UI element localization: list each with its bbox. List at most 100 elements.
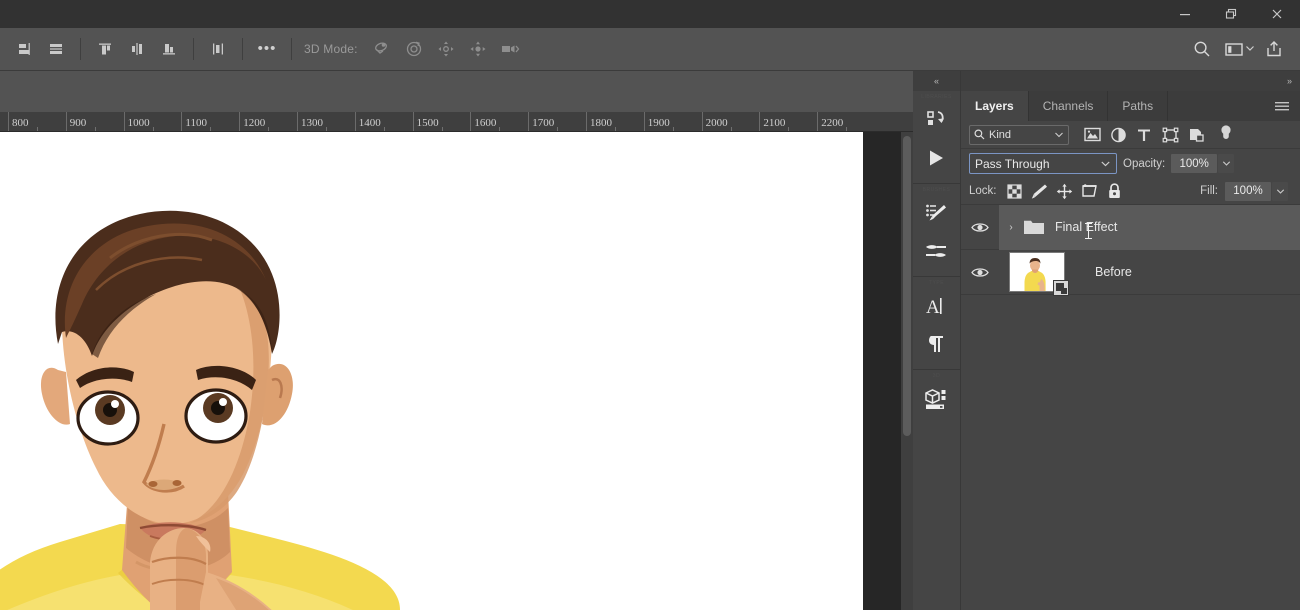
ruler-label: 1500: [417, 117, 439, 129]
filter-adjustment-layers-icon[interactable]: [1105, 124, 1131, 146]
rail-group-label-type: TYPE: [913, 277, 960, 287]
actions-panel-icon[interactable]: [913, 139, 959, 177]
fill-input[interactable]: 100%: [1225, 182, 1271, 201]
drag-3d-object-button[interactable]: [431, 34, 461, 64]
rail-group-3d: 3D: [913, 370, 960, 424]
fill-value: 100%: [1233, 185, 1262, 197]
ruler-tick-minor: [268, 127, 269, 131]
title-bar: [0, 0, 1300, 28]
layer-row-final-effect[interactable]: › Final Effect: [999, 205, 1300, 250]
fill-label: Fill:: [1200, 185, 1218, 197]
canvas-area[interactable]: [0, 132, 913, 610]
fill-stepper[interactable]: [1272, 182, 1288, 201]
restore-button[interactable]: [1208, 0, 1254, 28]
align-top-edges-button[interactable]: [90, 34, 120, 64]
ruler-tick-minor: [384, 127, 385, 131]
minimize-button[interactable]: [1162, 0, 1208, 28]
rail-collapse-button[interactable]: «: [913, 71, 960, 91]
layers-panel: Kind: [961, 121, 1300, 610]
ruler-tick-major: [66, 112, 67, 131]
ruler-tick-minor: [731, 127, 732, 131]
ruler-tick-minor: [95, 127, 96, 131]
rail-group-label-libraries: LIBRARIES: [913, 91, 960, 101]
opacity-input[interactable]: 100%: [1171, 154, 1217, 173]
layer-name-before[interactable]: Before: [1095, 265, 1132, 279]
ruler-tick-major: [644, 112, 645, 131]
share-button[interactable]: [1259, 34, 1289, 64]
ruler-label: 2000: [706, 117, 728, 129]
3d-panel-icon[interactable]: [913, 380, 959, 418]
ruler-tick-major: [413, 112, 414, 131]
ruler-label: 1000: [128, 117, 150, 129]
slide-3d-object-button[interactable]: [463, 34, 493, 64]
align-vertical-centers-button[interactable]: [122, 34, 152, 64]
opacity-stepper[interactable]: [1218, 154, 1234, 173]
filter-smart-object-layers-icon[interactable]: [1183, 124, 1209, 146]
layer-thumbnail-before[interactable]: [1009, 252, 1065, 292]
horizontal-ruler[interactable]: 8009001000110012001300140015001600170018…: [0, 112, 913, 132]
close-button[interactable]: [1254, 0, 1300, 28]
lock-transparent-pixels-icon[interactable]: [1004, 181, 1026, 201]
layer-row-before[interactable]: Before: [999, 250, 1300, 295]
artboard[interactable]: [0, 132, 863, 610]
options-bar: ••• 3D Mode:: [0, 28, 1300, 71]
ruler-tick-major: [124, 112, 125, 131]
opacity-label: Opacity:: [1123, 158, 1165, 170]
eye-icon: [971, 221, 989, 234]
ruler-tick-minor: [846, 127, 847, 131]
3d-mode-label: 3D Mode:: [304, 42, 358, 56]
rail-group-label-brushes: BRUSHES: [913, 184, 960, 194]
table-row[interactable]: › Final Effect: [961, 205, 1300, 250]
panel-menu-button[interactable]: [1264, 91, 1300, 121]
lock-position-icon[interactable]: [1054, 181, 1076, 201]
ruler-tick-minor: [326, 127, 327, 131]
ruler-label: 1700: [532, 117, 554, 129]
ruler-tick-minor: [788, 127, 789, 131]
ruler-tick-minor: [37, 127, 38, 131]
canvas-scrollbar-thumb[interactable]: [903, 136, 911, 436]
lock-artboard-nesting-icon[interactable]: [1079, 181, 1101, 201]
dock-collapse-icon[interactable]: »: [1287, 76, 1292, 86]
ruler-tick-major: [586, 112, 587, 131]
filter-type-layers-icon[interactable]: [1131, 124, 1157, 146]
align-bottom-edges-button[interactable]: [154, 34, 184, 64]
tab-channels[interactable]: Channels: [1029, 91, 1109, 121]
align-horizontal-centers-button[interactable]: [41, 34, 71, 64]
character-panel-icon[interactable]: A: [913, 287, 959, 325]
layer-visibility-toggle-before[interactable]: [961, 250, 999, 295]
scale-3d-object-button[interactable]: [495, 34, 525, 64]
toolbar-separator-3: [242, 38, 243, 60]
canvas-vertical-scrollbar[interactable]: [901, 132, 913, 610]
lock-all-icon[interactable]: [1104, 181, 1126, 201]
ruler-tick-minor: [557, 127, 558, 131]
brush-settings-panel-icon[interactable]: [913, 232, 959, 270]
roll-3d-object-button[interactable]: [399, 34, 429, 64]
blend-mode-select[interactable]: Pass Through: [969, 153, 1117, 174]
table-row[interactable]: Before: [961, 250, 1300, 295]
smart-object-badge-icon: [1053, 280, 1069, 296]
filter-shape-layers-icon[interactable]: [1157, 124, 1183, 146]
layer-filter-kind-select[interactable]: Kind: [969, 125, 1069, 145]
tab-paths[interactable]: Paths: [1108, 91, 1168, 121]
distribute-horizontally-button[interactable]: [203, 34, 233, 64]
paragraph-panel-icon[interactable]: [913, 325, 959, 363]
tab-layers[interactable]: Layers: [961, 91, 1029, 121]
layer-filter-toggle[interactable]: [1213, 124, 1239, 146]
ruler-tick-minor: [442, 127, 443, 131]
ruler-label: 1100: [185, 117, 207, 129]
rail-collapse-icon: «: [934, 76, 939, 86]
filter-pixel-layers-icon[interactable]: [1079, 124, 1105, 146]
search-button[interactable]: [1187, 34, 1217, 64]
align-left-edges-button[interactable]: [9, 34, 39, 64]
arrange-documents-chevron-down-icon[interactable]: [1244, 42, 1256, 57]
more-options-button[interactable]: •••: [252, 34, 282, 64]
lock-image-pixels-icon[interactable]: [1029, 181, 1051, 201]
rotate-3d-object-button[interactable]: [367, 34, 397, 64]
history-panel-icon[interactable]: [913, 101, 959, 139]
rail-group-type: TYPE A: [913, 277, 960, 370]
layer-group-disclosure-icon[interactable]: ›: [1003, 222, 1019, 233]
layer-visibility-toggle-final-effect[interactable]: [961, 205, 999, 250]
dock-top-bar: »: [961, 71, 1300, 91]
brushes-panel-icon[interactable]: [913, 194, 959, 232]
ruler-tick-major: [470, 112, 471, 131]
